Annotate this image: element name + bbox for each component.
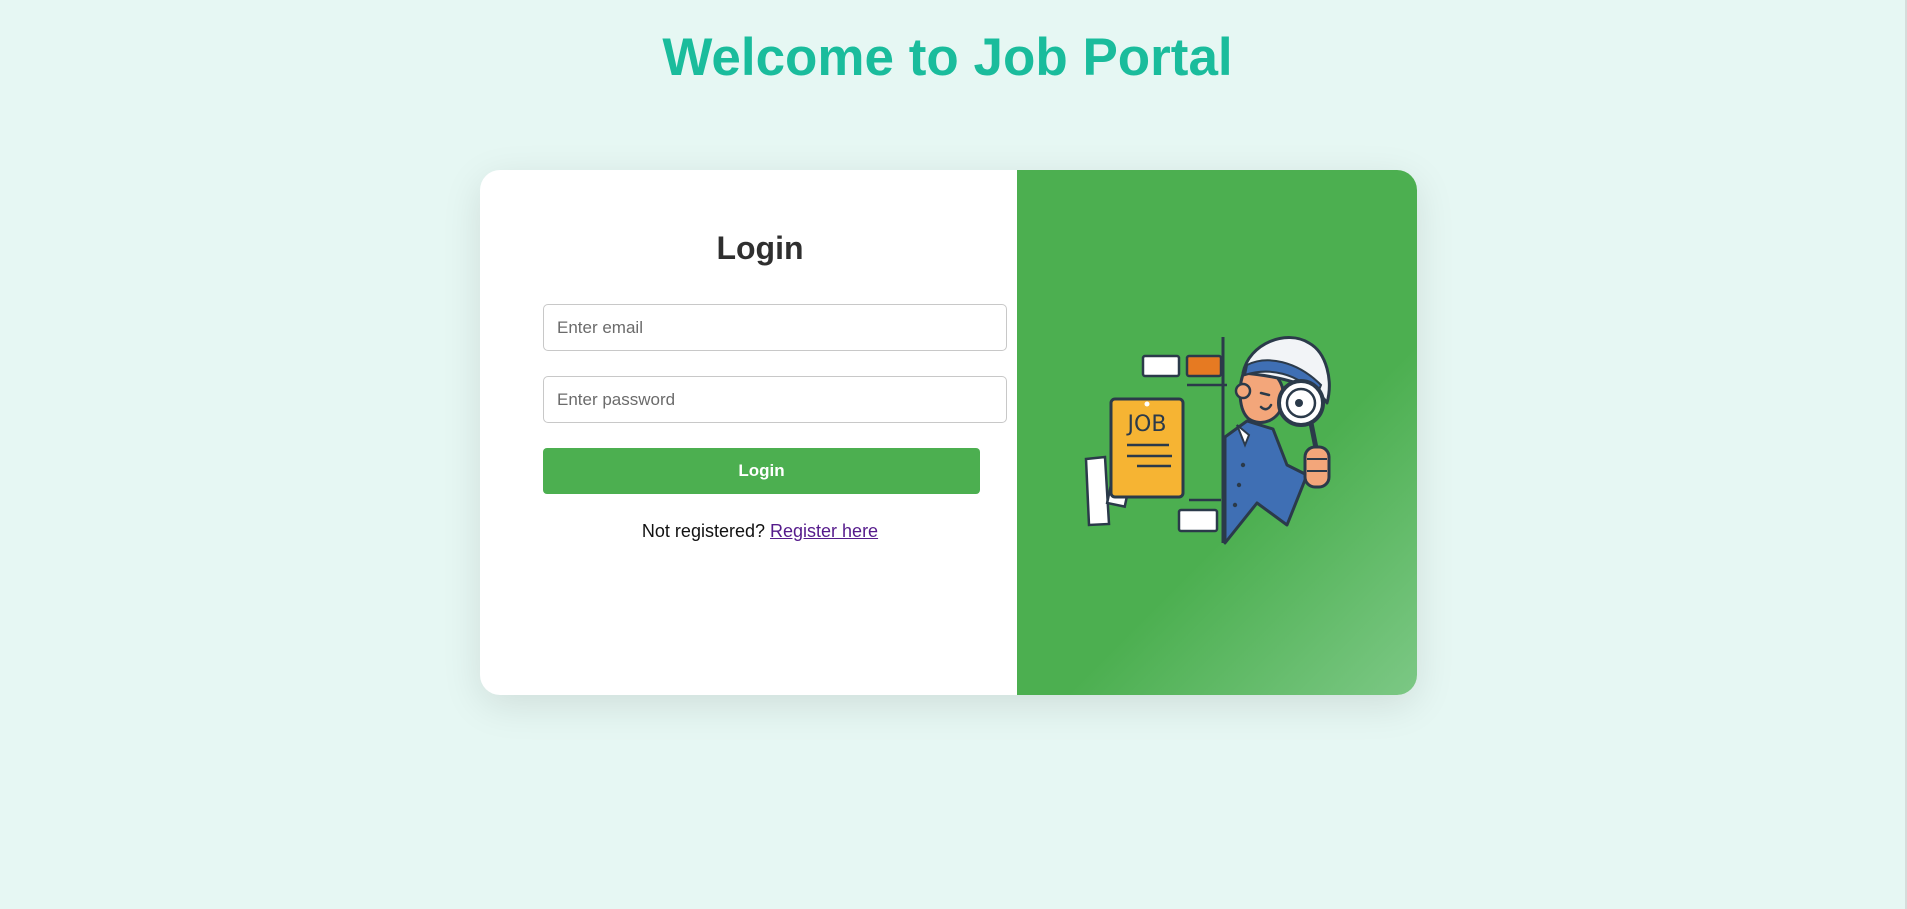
register-line: Not registered? Register here: [480, 520, 1040, 542]
login-button[interactable]: Login: [543, 448, 980, 494]
register-link[interactable]: Register here: [770, 521, 878, 541]
page-title: Welcome to Job Portal: [662, 28, 1233, 87]
job-sign-icon: JOB: [1109, 397, 1185, 499]
login-card: Login Login Not registered? Register her…: [480, 170, 1417, 695]
password-field[interactable]: [543, 376, 1007, 423]
login-form-panel: Login Login Not registered? Register her…: [480, 170, 1017, 695]
svg-text:JOB: JOB: [1126, 412, 1167, 437]
detective-job-search-illustration-icon: JOB: [1084, 336, 1331, 545]
register-prompt: Not registered?: [641, 521, 765, 541]
page: Welcome to Job Portal Login Login Not re…: [0, 0, 1907, 909]
email-field[interactable]: [543, 304, 1007, 351]
illustration-panel: JOB: [1017, 170, 1417, 695]
detective-icon: [1223, 336, 1331, 545]
login-heading: Login: [716, 230, 804, 266]
